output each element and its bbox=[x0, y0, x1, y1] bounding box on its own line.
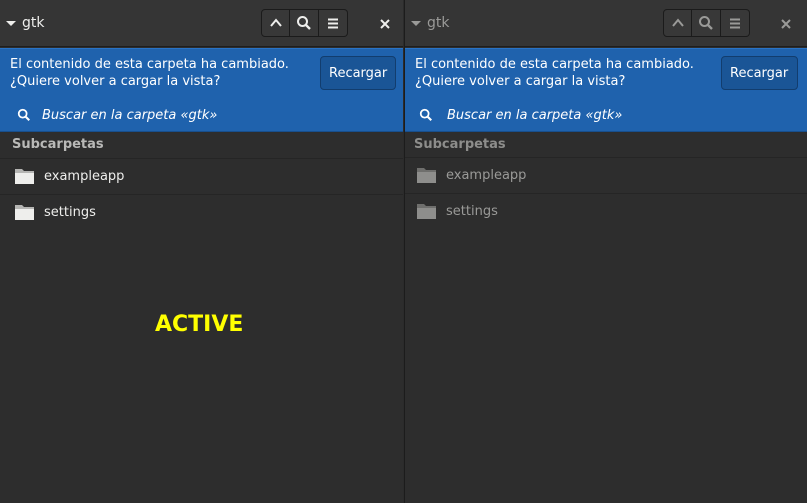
side-panel-right: gtk El contenido de esta carpeta ha camb… bbox=[404, 0, 807, 503]
go-up-icon bbox=[671, 18, 684, 27]
menu-button[interactable] bbox=[319, 9, 348, 37]
go-up-button[interactable] bbox=[261, 9, 290, 37]
infobar-message: El contenido de esta carpeta ha cambiado… bbox=[415, 56, 715, 90]
go-up-button[interactable] bbox=[663, 9, 692, 37]
folder-changed-infobar: El contenido de esta carpeta ha cambiado… bbox=[0, 48, 403, 98]
panel-title: gtk bbox=[22, 15, 45, 31]
section-title: Subcarpetas bbox=[12, 137, 104, 152]
folder-icon bbox=[15, 205, 34, 220]
panel-title: gtk bbox=[427, 15, 450, 31]
location-dropdown-button[interactable]: gtk bbox=[6, 12, 44, 34]
list-item[interactable]: exampleapp bbox=[0, 158, 403, 194]
folder-changed-infobar: El contenido de esta carpeta ha cambiado… bbox=[405, 48, 807, 98]
infobar-line-2: ¿Quiere volver a cargar la vista? bbox=[415, 74, 626, 89]
infobar-line-1: El contenido de esta carpeta ha cambiado… bbox=[10, 57, 289, 72]
search-button[interactable] bbox=[692, 9, 721, 37]
search-icon bbox=[297, 16, 311, 30]
folder-name: exampleapp bbox=[44, 168, 125, 184]
active-status-label: ACTIVE bbox=[155, 312, 244, 337]
close-icon bbox=[781, 19, 791, 29]
section-title: Subcarpetas bbox=[414, 137, 506, 152]
pan-down-icon bbox=[411, 20, 421, 26]
folder-icon bbox=[15, 169, 34, 184]
folder-name: exampleapp bbox=[446, 167, 527, 183]
folder-name: settings bbox=[446, 203, 498, 219]
list-item[interactable]: settings bbox=[405, 193, 807, 229]
search-icon bbox=[419, 108, 432, 121]
location-dropdown-button[interactable]: gtk bbox=[411, 12, 449, 34]
reload-button[interactable]: Recargar bbox=[721, 56, 798, 90]
folder-icon bbox=[417, 204, 436, 219]
search-bar bbox=[405, 98, 807, 132]
reload-button[interactable]: Recargar bbox=[320, 56, 396, 90]
infobar-line-2: ¿Quiere volver a cargar la vista? bbox=[10, 74, 221, 89]
search-bar bbox=[0, 98, 403, 132]
list-item[interactable]: settings bbox=[0, 194, 403, 230]
list-item[interactable]: exampleapp bbox=[405, 157, 807, 193]
panel-header: gtk bbox=[405, 0, 807, 47]
go-up-icon bbox=[269, 18, 282, 27]
search-input[interactable] bbox=[447, 104, 787, 126]
header-button-group bbox=[261, 9, 348, 37]
close-button[interactable] bbox=[376, 15, 394, 33]
close-icon bbox=[380, 19, 390, 29]
header-button-group bbox=[663, 9, 750, 37]
infobar-message: El contenido de esta carpeta ha cambiado… bbox=[10, 56, 310, 90]
infobar-line-1: El contenido de esta carpeta ha cambiado… bbox=[415, 57, 694, 72]
folder-name: settings bbox=[44, 204, 96, 220]
search-icon bbox=[17, 108, 30, 121]
open-menu-icon bbox=[328, 18, 338, 29]
side-panel-left: gtk El contenido de esta carpeta ha camb… bbox=[0, 0, 403, 503]
search-icon bbox=[699, 16, 713, 30]
folder-icon bbox=[417, 168, 436, 183]
search-input[interactable] bbox=[42, 104, 382, 126]
search-button[interactable] bbox=[290, 9, 319, 37]
menu-button[interactable] bbox=[721, 9, 750, 37]
open-menu-icon bbox=[730, 18, 740, 29]
panel-header: gtk bbox=[0, 0, 403, 47]
close-button[interactable] bbox=[777, 15, 795, 33]
pan-down-icon bbox=[6, 20, 16, 26]
